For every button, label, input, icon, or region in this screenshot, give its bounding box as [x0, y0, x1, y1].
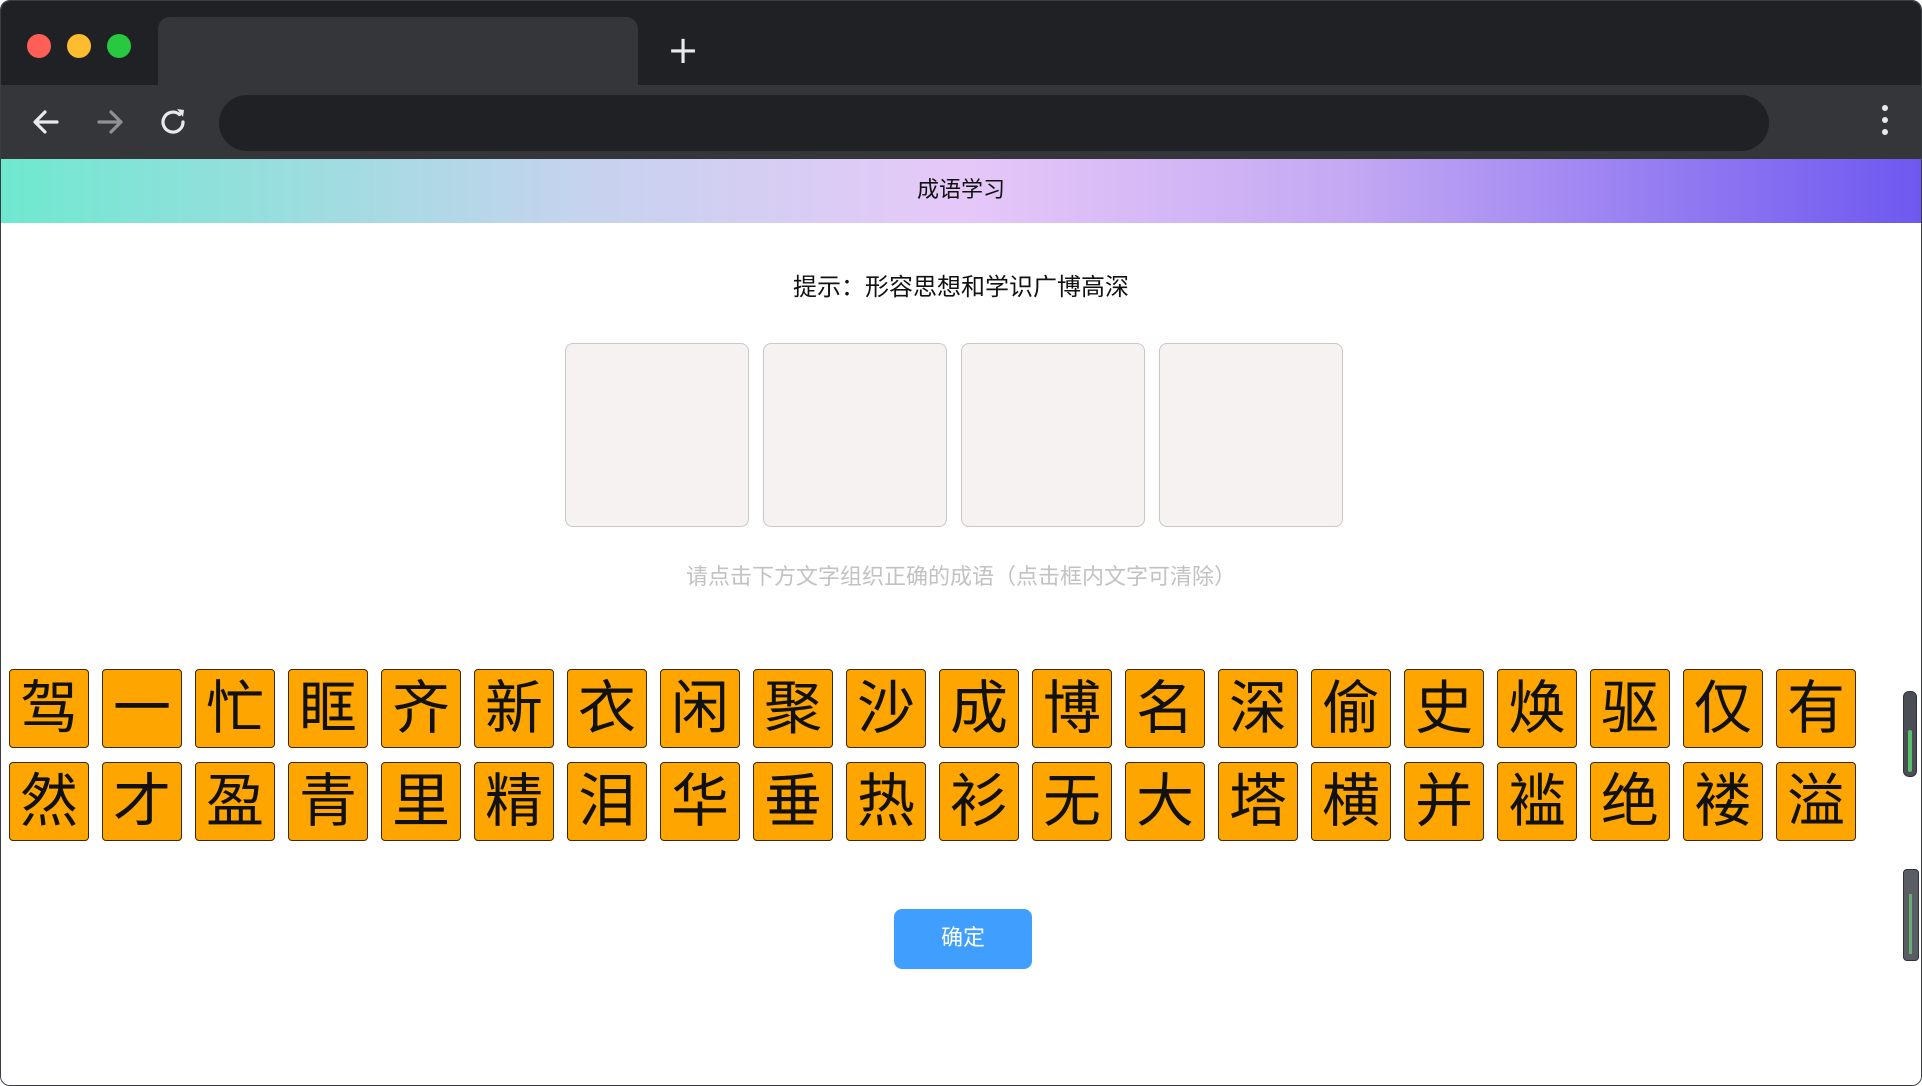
back-arrow-icon[interactable] — [27, 103, 65, 141]
answer-slots — [565, 343, 1345, 527]
character-tile[interactable]: 齐 — [381, 669, 461, 748]
character-tile[interactable]: 大 — [1125, 762, 1205, 841]
character-tile[interactable]: 垂 — [753, 762, 833, 841]
character-tile[interactable]: 泪 — [567, 762, 647, 841]
address-bar[interactable] — [219, 95, 1769, 151]
character-tile[interactable]: 衫 — [939, 762, 1019, 841]
forward-arrow-icon[interactable] — [91, 103, 129, 141]
character-tile[interactable]: 眶 — [288, 669, 368, 748]
answer-slot-2[interactable] — [763, 343, 947, 527]
tab-strip: + — [1, 1, 1921, 85]
character-tile[interactable]: 华 — [660, 762, 740, 841]
hint-text: 提示：形容思想和学识广博高深 — [1, 267, 1921, 302]
hint-label: 提示： — [793, 273, 865, 301]
character-tile[interactable]: 闲 — [660, 669, 740, 748]
scroll-handle[interactable] — [1903, 691, 1917, 777]
character-tile[interactable]: 驾 — [9, 669, 89, 748]
character-tile[interactable]: 青 — [288, 762, 368, 841]
character-tile[interactable]: 焕 — [1497, 669, 1577, 748]
character-tile[interactable]: 横 — [1311, 762, 1391, 841]
character-tile[interactable]: 忙 — [195, 669, 275, 748]
maximize-window-button[interactable] — [107, 34, 131, 58]
character-tile[interactable]: 新 — [474, 669, 554, 748]
character-tile[interactable]: 里 — [381, 762, 461, 841]
answer-slot-1[interactable] — [565, 343, 749, 527]
character-tile[interactable]: 有 — [1776, 669, 1856, 748]
active-tab[interactable] — [158, 17, 638, 85]
character-tile[interactable]: 盈 — [195, 762, 275, 841]
character-tile[interactable]: 塔 — [1218, 762, 1298, 841]
minimize-window-button[interactable] — [67, 34, 91, 58]
character-grid: 驾一忙眶齐新衣闲聚沙成博名深偷史焕驱仅有然才盈青里精泪华垂热衫无大塔横并褴绝褛溢 — [9, 669, 1869, 849]
character-tile[interactable]: 精 — [474, 762, 554, 841]
character-tile[interactable]: 仅 — [1683, 669, 1763, 748]
character-tile[interactable]: 热 — [846, 762, 926, 841]
confirm-button[interactable]: 确定 — [894, 909, 1032, 969]
character-tile[interactable]: 沙 — [846, 669, 926, 748]
character-tile[interactable]: 成 — [939, 669, 1019, 748]
character-tile[interactable]: 聚 — [753, 669, 833, 748]
character-tile[interactable]: 偷 — [1311, 669, 1391, 748]
hint-content: 形容思想和学识广博高深 — [865, 273, 1129, 301]
character-tile[interactable]: 衣 — [567, 669, 647, 748]
character-tile[interactable]: 一 — [102, 669, 182, 748]
character-tile[interactable]: 才 — [102, 762, 182, 841]
close-window-button[interactable] — [27, 34, 51, 58]
character-tile[interactable]: 褴 — [1497, 762, 1577, 841]
character-tile[interactable]: 博 — [1032, 669, 1112, 748]
answer-slot-3[interactable] — [961, 343, 1145, 527]
character-tile[interactable]: 名 — [1125, 669, 1205, 748]
new-tab-button[interactable]: + — [667, 31, 699, 69]
character-tile[interactable]: 绝 — [1590, 762, 1670, 841]
character-tile[interactable]: 并 — [1404, 762, 1484, 841]
more-vert-icon[interactable] — [1879, 105, 1891, 141]
page-title: 成语学习 — [1, 159, 1921, 223]
page-content: 成语学习 提示：形容思想和学识广博高深 请点击下方文字组织正确的成语（点击框内文… — [1, 159, 1921, 1085]
browser-window: + 成语学习 提示：形容思想和学识广博高深 请点击下方文字组织正确的成语（点击框… — [0, 0, 1922, 1086]
answer-slot-4[interactable] — [1159, 343, 1343, 527]
volume-indicator — [1903, 869, 1919, 961]
character-tile[interactable]: 然 — [9, 762, 89, 841]
character-tile[interactable]: 褛 — [1683, 762, 1763, 841]
character-tile[interactable]: 驱 — [1590, 669, 1670, 748]
character-tile[interactable]: 无 — [1032, 762, 1112, 841]
character-tile[interactable]: 深 — [1218, 669, 1298, 748]
reload-icon[interactable] — [155, 103, 193, 141]
character-tile[interactable]: 溢 — [1776, 762, 1856, 841]
instruction-text: 请点击下方文字组织正确的成语（点击框内文字可清除） — [685, 565, 1236, 590]
browser-toolbar — [1, 85, 1921, 159]
character-tile[interactable]: 史 — [1404, 669, 1484, 748]
